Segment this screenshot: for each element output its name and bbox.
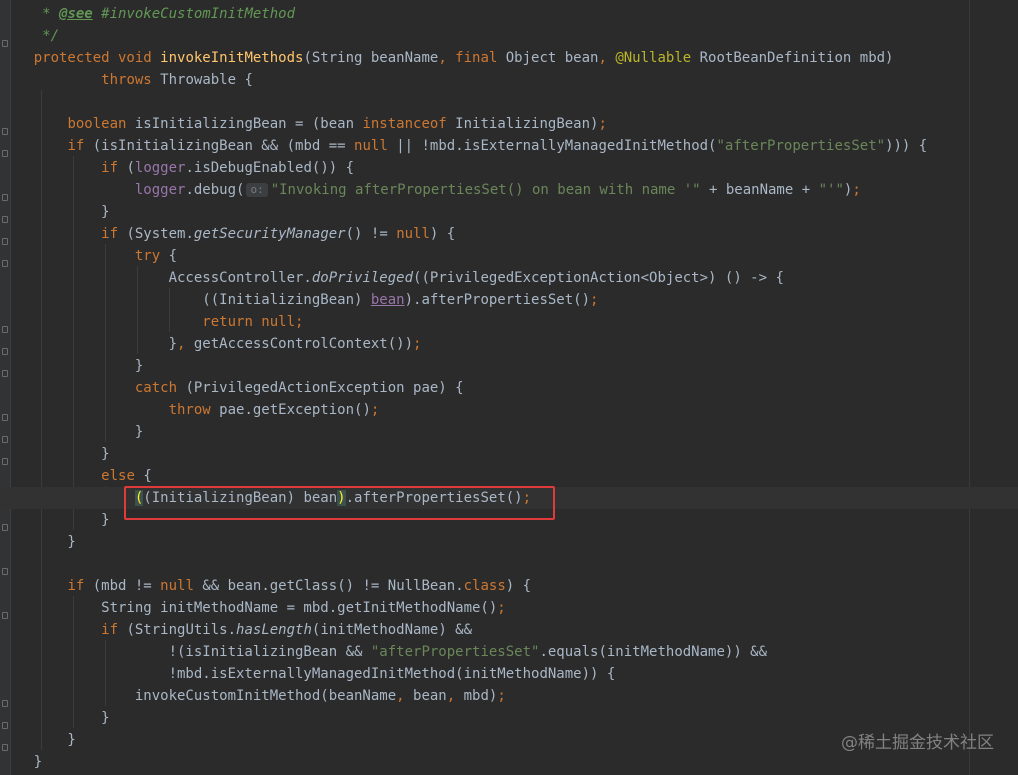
code-line[interactable]: !mbd.isExternallyManagedInitMethod(initM… xyxy=(0,663,1018,685)
code-line[interactable]: } xyxy=(0,201,1018,223)
javadoc-end: */ xyxy=(33,28,60,44)
code-line[interactable]: boolean isInitializingBean = (bean insta… xyxy=(0,113,1018,135)
code-line[interactable]: */ xyxy=(0,25,1018,47)
param-hint: o: xyxy=(246,183,268,197)
code-line[interactable]: AccessController.doPrivileged((Privilege… xyxy=(0,267,1018,289)
code-line[interactable]: logger.debug(o: "Invoking afterProperties… xyxy=(0,179,1018,201)
code-line[interactable]: else { xyxy=(0,465,1018,487)
code-line[interactable]: throws Throwable { xyxy=(0,69,1018,91)
code-line[interactable]: invokeCustomInitMethod(beanName, bean, m… xyxy=(0,685,1018,707)
code-line[interactable]: } xyxy=(0,707,1018,729)
code-line[interactable]: if (StringUtils.hasLength(initMethodName… xyxy=(0,619,1018,641)
javadoc-tag: @see xyxy=(59,6,93,22)
watermark: @稀土掘金技术社区 xyxy=(841,733,994,753)
code-line[interactable]: ((InitializingBean) bean).afterPropertie… xyxy=(0,289,1018,311)
code-line[interactable]: if (isInitializingBean && (mbd == null |… xyxy=(0,135,1018,157)
code-line[interactable]: !(isInitializingBean && "afterProperties… xyxy=(0,641,1018,663)
code-line[interactable]: throw pae.getException(); xyxy=(0,399,1018,421)
code-line[interactable]: protected void invokeInitMethods(String … xyxy=(0,47,1018,69)
javadoc-star: * xyxy=(33,6,60,22)
code-line[interactable]: * @see #invokeCustomInitMethod xyxy=(0,3,1018,25)
code-editor[interactable]: * @see #invokeCustomInitMethod */ protec… xyxy=(0,0,1018,775)
code-line[interactable]: } xyxy=(0,355,1018,377)
code-line[interactable]: } xyxy=(0,443,1018,465)
code-line[interactable]: } xyxy=(0,531,1018,553)
code-line[interactable]: return null; xyxy=(0,311,1018,333)
code-line[interactable] xyxy=(0,91,1018,113)
code-line[interactable]: if (System.getSecurityManager() != null)… xyxy=(0,223,1018,245)
code-line[interactable] xyxy=(0,553,1018,575)
code-line[interactable]: catch (PrivilegedActionException pae) { xyxy=(0,377,1018,399)
code-line[interactable]: String initMethodName = mbd.getInitMetho… xyxy=(0,597,1018,619)
code-line[interactable]: } xyxy=(0,751,1018,773)
code-line[interactable]: try { xyxy=(0,245,1018,267)
code-line[interactable]: if (mbd != null && bean.getClass() != Nu… xyxy=(0,575,1018,597)
code-line[interactable]: } xyxy=(0,421,1018,443)
code-line[interactable]: if (logger.isDebugEnabled()) { xyxy=(0,157,1018,179)
javadoc-ref: #invokeCustomInitMethod xyxy=(92,6,296,22)
code-line[interactable]: }, getAccessControlContext()); xyxy=(0,333,1018,355)
annotation-highlight-box xyxy=(124,486,555,520)
